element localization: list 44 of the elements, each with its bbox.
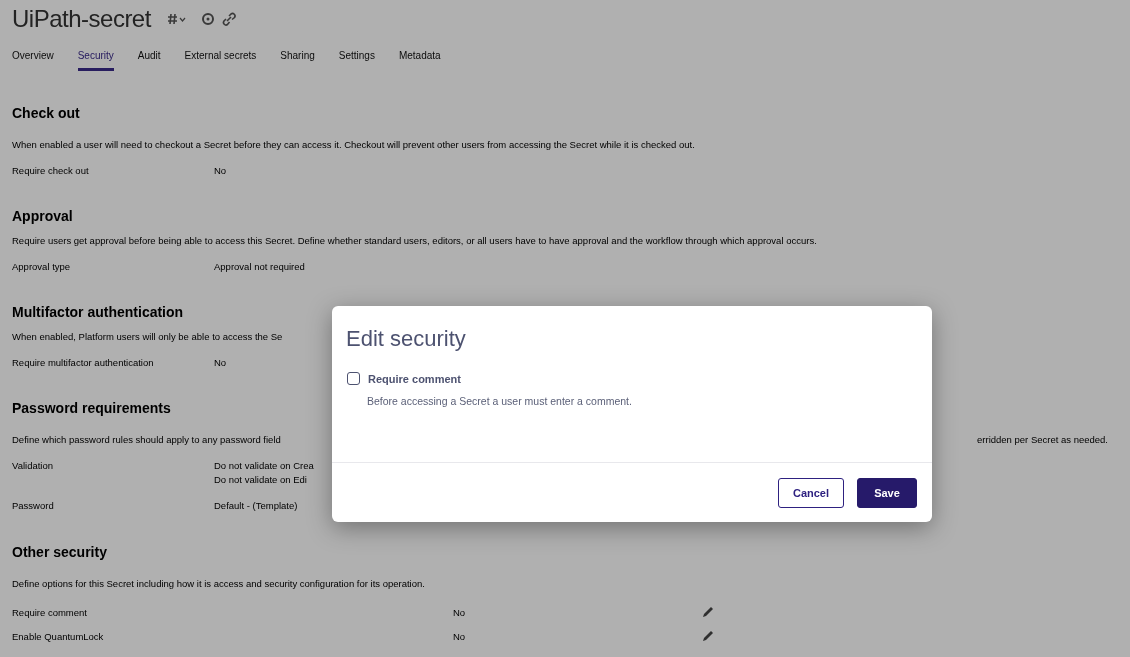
page-title: UiPath-secret: [12, 5, 151, 33]
field-label: Require check out: [12, 165, 90, 177]
checkbox-label: Require comment: [368, 372, 461, 385]
checkbox[interactable]: [347, 372, 360, 385]
link-icon[interactable]: [220, 11, 237, 27]
tab[interactable]: Sharing: [280, 49, 315, 71]
dialog-title: Edit security: [346, 326, 466, 352]
section-description: Require users get approval before being able to access this Secret. Define whether standard users, editors, or all users have to have approval and the workflow through which approval occurs.: [12, 235, 817, 247]
field-label: Enable QuantumLock: [12, 631, 105, 643]
section-description: Define which password rules should apply to any password field: [12, 434, 281, 446]
field-label: Approval type: [12, 261, 72, 273]
section-heading: Other security: [12, 543, 107, 562]
option-description: Before accessing a Secret a user must enter a comment.: [367, 395, 632, 407]
section-description: Define options for this Secret including how it is access and security configuration for its operation.: [12, 578, 425, 590]
section-description: When enabled a user will need to checkout a Secret before they can access it. Checkout will prevent other users from accessing the Secret while it is checked out.: [12, 139, 695, 151]
cancel-button[interactable]: Cancel: [778, 477, 844, 508]
pencil-icon[interactable]: [701, 629, 715, 643]
section-heading: Password requirements: [12, 399, 171, 418]
hashtag-dropdown-icon[interactable]: [166, 12, 187, 26]
field-value: No: [214, 165, 227, 177]
section-description: When enabled, Platform users will only be able to access the Se: [12, 331, 283, 343]
field-label: Password: [12, 500, 55, 512]
field-value: Default - (Template): [214, 500, 298, 512]
pencil-icon[interactable]: [701, 605, 715, 619]
tab[interactable]: Settings: [338, 49, 375, 71]
field-label: Require multifactor authentication: [12, 357, 155, 369]
tab[interactable]: Audit: [137, 49, 161, 71]
section-heading: Approval: [12, 207, 73, 226]
field-value: Approval not required: [214, 261, 305, 273]
field-value: No: [214, 357, 227, 369]
section-heading: Check out: [12, 104, 80, 123]
field-label: Require comment: [12, 607, 88, 619]
section-heading: Multifactor authentication: [12, 303, 184, 322]
tab[interactable]: Metadata: [398, 49, 441, 71]
field-value: Do not validate on Crea: [214, 460, 314, 472]
section-description: erridden per Secret as needed.: [977, 434, 1109, 446]
tab[interactable]: Overview: [12, 49, 54, 71]
field-value: Do not validate on Edi: [214, 474, 308, 486]
field-value: No: [453, 607, 467, 619]
field-label: Validation: [12, 460, 55, 472]
field-value: No: [453, 631, 467, 643]
tab[interactable]: External secrets: [184, 49, 257, 71]
tab[interactable]: Security: [77, 49, 114, 71]
save-button[interactable]: Save: [857, 477, 917, 508]
